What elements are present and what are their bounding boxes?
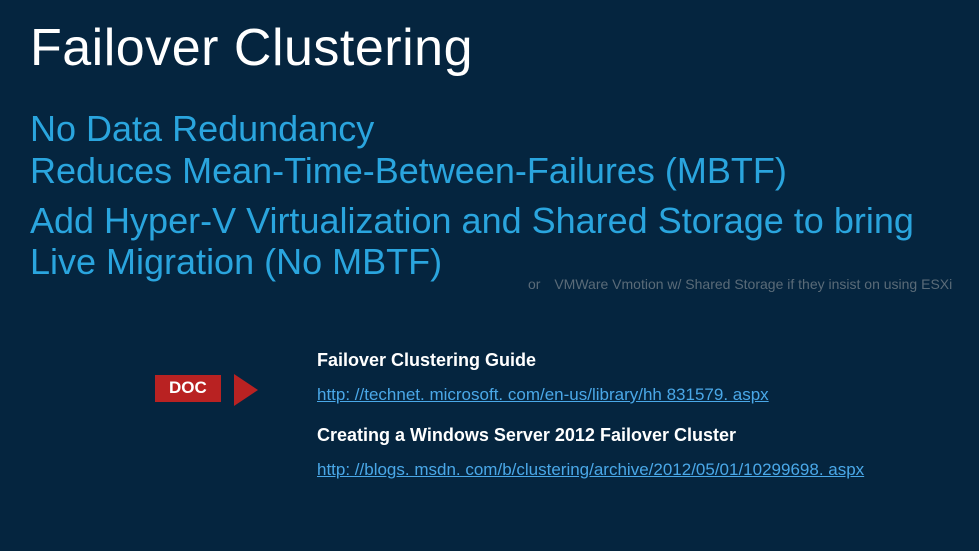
doc-arrow-icon xyxy=(234,374,258,406)
bullet-reduces-mbtf: Reduces Mean-Time-Between-Failures (MBTF… xyxy=(30,150,949,191)
slide-title: Failover Clustering xyxy=(30,18,473,78)
bullet-no-data-redundancy: No Data Redundancy xyxy=(30,108,949,149)
bullet-hyper-v: Add Hyper-V Virtualization and Shared St… xyxy=(30,200,949,283)
aside-text: VMWare Vmotion w/ Shared Storage if they… xyxy=(554,276,952,292)
aside-or: or xyxy=(528,276,540,292)
resource-title-1: Failover Clustering Guide xyxy=(317,350,864,371)
aside-note: or VMWare Vmotion w/ Shared Storage if t… xyxy=(528,276,952,292)
slide: Failover Clustering No Data Redundancy R… xyxy=(0,0,979,551)
resources-block: Failover Clustering Guide http: //techne… xyxy=(317,350,864,500)
resource-link-2[interactable]: http: //blogs. msdn. com/b/clustering/ar… xyxy=(317,460,864,480)
doc-badge: DOC xyxy=(155,375,221,402)
resource-title-2: Creating a Windows Server 2012 Failover … xyxy=(317,425,864,446)
resource-link-1[interactable]: http: //technet. microsoft. com/en-us/li… xyxy=(317,385,864,405)
